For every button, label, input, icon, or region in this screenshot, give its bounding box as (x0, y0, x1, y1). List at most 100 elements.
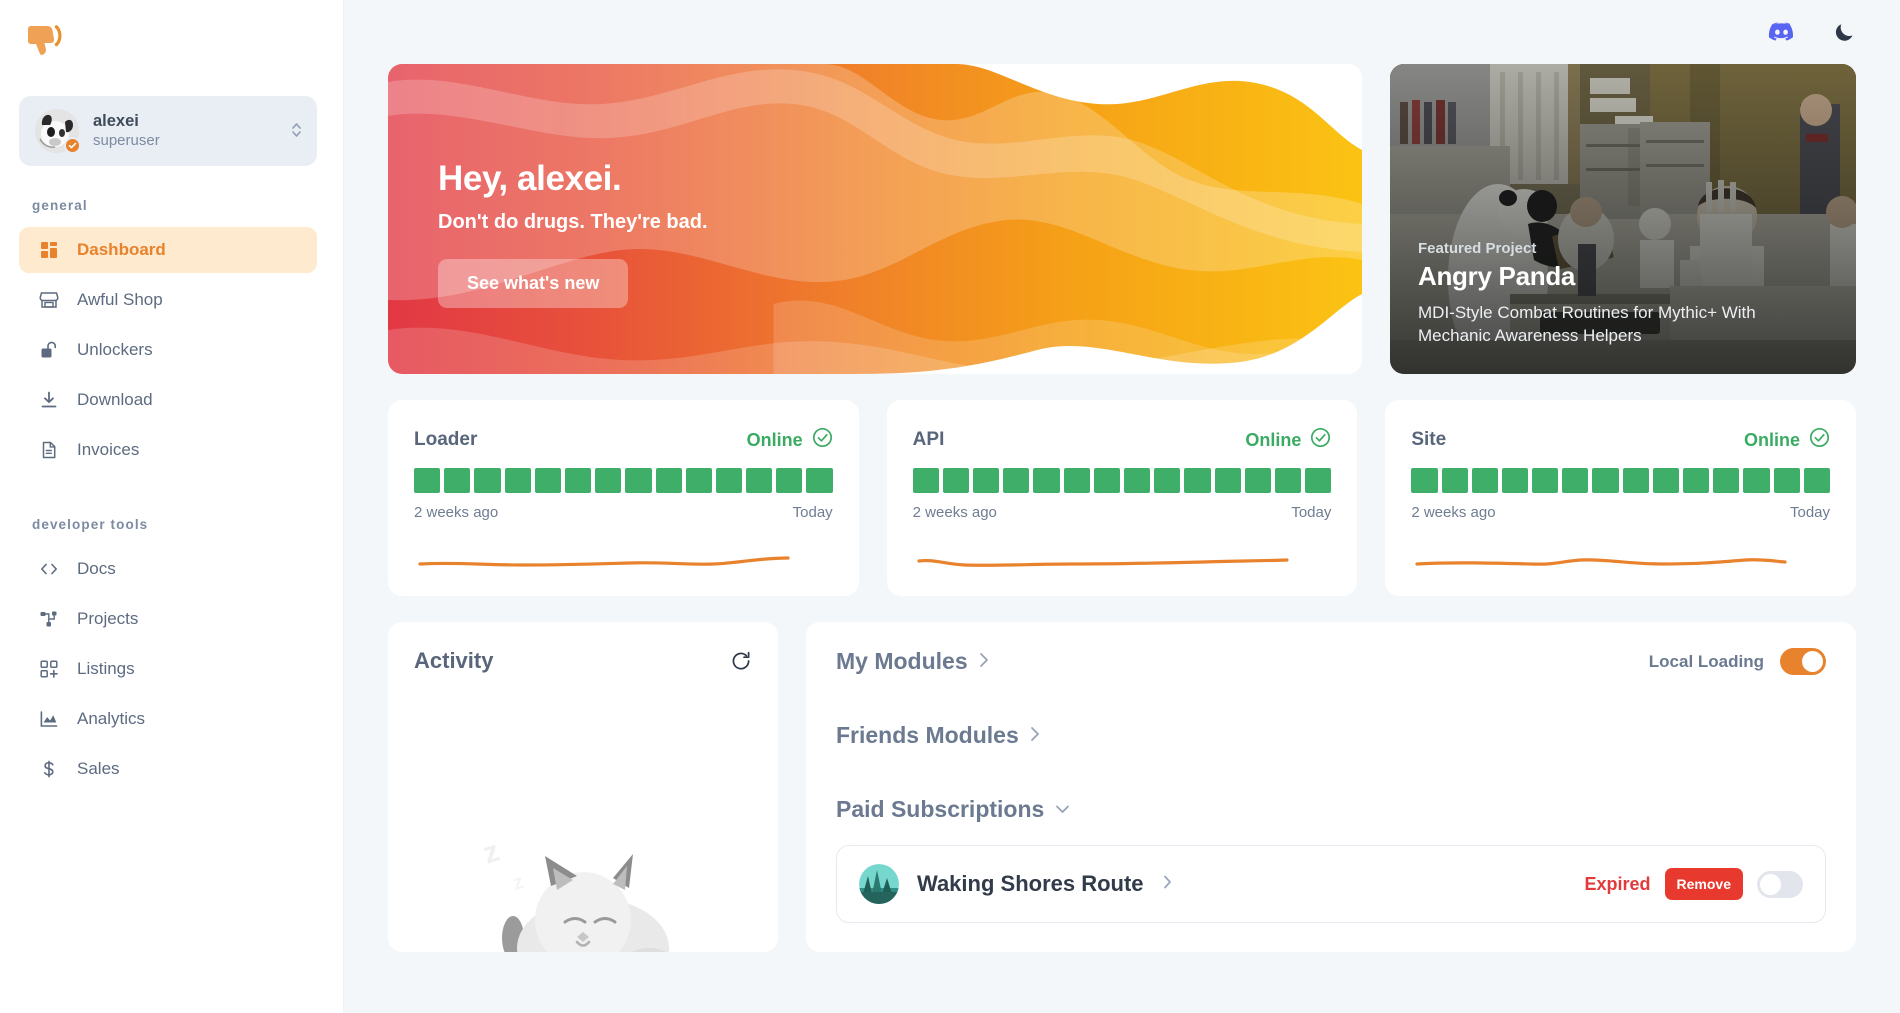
uptime-bar (1123, 468, 1151, 493)
chevron-right-icon (1162, 874, 1173, 894)
uptime-bar (504, 468, 531, 493)
main-area: Hey, alexei. Don't do drugs. They're bad… (344, 0, 1900, 1013)
activity-panel: Activity z z (388, 622, 778, 952)
toggle-knob (1760, 873, 1781, 895)
uptime-bar (595, 468, 622, 493)
see-whats-new-button[interactable]: See what's new (438, 259, 629, 308)
local-loading-toggle[interactable] (1780, 648, 1826, 675)
thumbs-down-icon[interactable] (24, 22, 343, 64)
latency-sparkline (1415, 558, 1787, 566)
paid-subscriptions-label: Paid Subscriptions (836, 796, 1045, 822)
uptime-bar (806, 468, 833, 493)
activity-header: Activity (414, 648, 752, 674)
uptime-bar (1471, 468, 1498, 493)
sidebar-item-sales[interactable]: Sales (19, 746, 317, 792)
dollar-icon (38, 759, 59, 780)
featured-project-card[interactable]: Featured Project Angry Panda MDI-Style C… (1390, 64, 1856, 374)
logo-wrap (0, 0, 343, 82)
local-loading-control: Local Loading (1649, 648, 1826, 675)
uptime-bar (414, 468, 441, 493)
featured-title: Angry Panda (1418, 261, 1576, 292)
range-start: 2 weeks ago (1411, 504, 1496, 521)
grid-plus-icon (38, 659, 59, 680)
sidebar-item-download[interactable]: Download (19, 377, 317, 423)
top-row: Hey, alexei. Don't do drugs. They're bad… (388, 64, 1856, 374)
uptime-bars (1411, 468, 1830, 493)
check-circle-icon (1809, 427, 1830, 453)
uptime-range: 2 weeks ago Today (1411, 504, 1830, 521)
chevron-up-down-icon[interactable] (290, 119, 303, 144)
svg-text:z: z (479, 835, 503, 871)
friends-modules-label: Friends Modules (836, 722, 1019, 748)
subscription-name: Waking Shores Route (917, 871, 1144, 896)
sidebar-item-invoices[interactable]: Invoices (19, 427, 317, 473)
uptime-bar (912, 468, 939, 493)
status-card-title: API (912, 429, 945, 450)
sidebar-item-label: Projects (77, 609, 139, 628)
uptime-range: 2 weeks ago Today (414, 504, 833, 521)
uptime-bar (1713, 468, 1740, 493)
sidebar-item-docs[interactable]: Docs (19, 546, 317, 592)
uptime-bar (1622, 468, 1649, 493)
sidebar-item-label: Docs (77, 559, 116, 578)
user-account-switcher[interactable]: alexei superuser (19, 96, 317, 166)
unlock-icon (38, 340, 59, 361)
uptime-bar (1652, 468, 1680, 493)
status-card-header: Loader Online (414, 427, 833, 453)
uptime-bar (564, 468, 592, 493)
content: Hey, alexei. Don't do drugs. They're bad… (344, 64, 1900, 952)
document-icon (38, 440, 59, 461)
uptime-range: 2 weeks ago Today (913, 504, 1332, 521)
range-end: Today (1291, 504, 1332, 521)
sidebar-item-label: Listings (77, 659, 135, 678)
my-modules-link[interactable]: My Modules (836, 648, 990, 675)
sidebar-item-listings[interactable]: Listings (19, 646, 317, 692)
uptime-bar (1093, 468, 1120, 493)
sidebar-item-dashboard[interactable]: Dashboard (19, 227, 317, 273)
status-card-api: API Online 2 weeks ago Today (886, 400, 1358, 596)
uptime-bars (414, 468, 833, 493)
local-loading-label: Local Loading (1648, 651, 1764, 671)
chevron-right-icon (1029, 725, 1041, 747)
uptime-bar (1743, 468, 1770, 493)
check-circle-icon (1310, 427, 1331, 453)
sidebar-item-label: Sales (77, 759, 120, 778)
friends-modules-link[interactable]: Friends Modules (836, 722, 1041, 749)
uptime-bar (942, 468, 970, 493)
sidebar-item-awful-shop[interactable]: Awful Shop (19, 277, 317, 323)
sidebar-item-unlockers[interactable]: Unlockers (19, 327, 317, 373)
paid-subscriptions-link[interactable]: Paid Subscriptions (836, 796, 1071, 823)
paid-subscriptions-row: Paid Subscriptions (836, 796, 1826, 823)
remove-subscription-button[interactable]: Remove (1664, 868, 1743, 900)
status-card-state: Online (747, 427, 833, 453)
store-icon (38, 290, 59, 311)
sidebar-item-analytics[interactable]: Analytics (19, 696, 317, 742)
subscription-avatar (859, 864, 899, 904)
subscription-link[interactable]: Waking Shores Route (859, 864, 1567, 904)
uptime-bar (1803, 468, 1830, 493)
avatar (35, 109, 81, 154)
uptime-bar (1305, 468, 1332, 493)
app-root: alexei superuser general Dashboard Awful… (0, 0, 1900, 1013)
bottom-row: Activity z z My Modules Local Loading Fr… (388, 622, 1856, 952)
moon-icon[interactable] (1833, 21, 1856, 44)
hero-content: Hey, alexei. Don't do drugs. They're bad… (388, 64, 1362, 308)
uptime-bar (655, 468, 682, 493)
user-text: alexei superuser (93, 112, 290, 149)
user-name: alexei (93, 112, 139, 131)
sidebar-item-label: Analytics (77, 709, 146, 728)
verified-check-icon (64, 137, 81, 154)
subscription-toggle[interactable] (1757, 870, 1803, 898)
featured-project-body: Featured Project Angry Panda MDI-Style C… (1418, 240, 1830, 348)
refresh-icon[interactable] (730, 650, 752, 672)
hero-title: Hey, alexei. (438, 159, 622, 198)
uptime-bar (1411, 468, 1438, 493)
sidebar-item-label: Unlockers (77, 340, 153, 359)
discord-icon[interactable] (1768, 22, 1795, 43)
user-role: superuser (93, 132, 160, 150)
featured-description: MDI-Style Combat Routines for Mythic+ Wi… (1418, 303, 1756, 346)
uptime-bar (1562, 468, 1589, 493)
status-card-header: Site Online (1411, 427, 1830, 453)
sleeping-cat-illustration: z z (388, 828, 778, 952)
sidebar-item-projects[interactable]: Projects (19, 596, 317, 642)
